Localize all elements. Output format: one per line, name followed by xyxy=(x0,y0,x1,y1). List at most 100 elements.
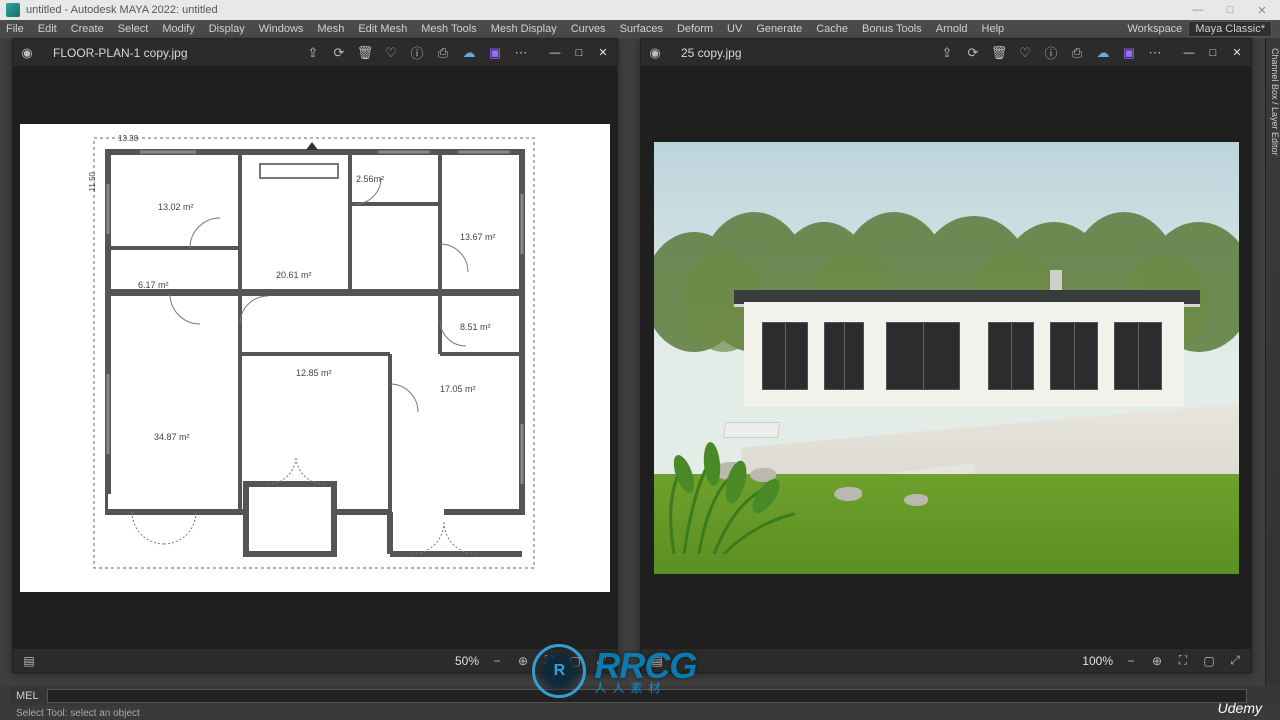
status-message: Select Tool: select an object xyxy=(16,708,140,719)
trash-icon[interactable]: 🗑 xyxy=(991,45,1007,61)
share-icon[interactable]: ⇪ xyxy=(305,45,321,61)
viewer-left-canvas[interactable]: 13.38 11.50 13.02 m² 2.56m² 13.67 m² 6.1… xyxy=(13,67,617,648)
room-label: 34.87 m² xyxy=(154,432,190,442)
menu-curves[interactable]: Curves xyxy=(571,23,606,35)
room-label: 2.56m² xyxy=(356,174,384,184)
cloud-icon[interactable]: ☁ xyxy=(1095,45,1111,61)
room-label: 6.17 m² xyxy=(138,280,169,290)
minimize-icon[interactable]: — xyxy=(1186,4,1210,17)
zoom-out-icon[interactable]: − xyxy=(1123,653,1139,669)
main-workspace: Channel Box / Layer Editor ◉ FLOOR-PLAN-… xyxy=(0,38,1280,685)
refresh-icon[interactable]: ⟳ xyxy=(965,45,981,61)
menu-display[interactable]: Display xyxy=(209,23,245,35)
app-icon[interactable]: ▣ xyxy=(1121,45,1137,61)
status-line: Select Tool: select an object xyxy=(10,706,1280,720)
workspace-selector[interactable]: Workspace Maya Classic* xyxy=(1127,21,1272,37)
app-icon[interactable]: ▣ xyxy=(487,45,503,61)
room-label: 12.85 m² xyxy=(296,368,332,378)
workspace-label: Workspace xyxy=(1127,23,1182,35)
close-icon[interactable]: ✕ xyxy=(1250,4,1274,17)
workspace-value: Maya Classic* xyxy=(1188,21,1272,37)
viewer-left-statusbar: ▤ 50% − ⊕ ⛶ ▢ ⤢ xyxy=(13,648,617,672)
maya-logo-icon xyxy=(6,3,20,17)
brand-label: Udemy xyxy=(1218,700,1262,716)
menu-file[interactable]: File xyxy=(6,23,24,35)
maximize-icon[interactable]: □ xyxy=(1218,4,1242,17)
menu-uv[interactable]: UV xyxy=(727,23,742,35)
house-render-image xyxy=(654,142,1239,574)
menu-mesh-tools[interactable]: Mesh Tools xyxy=(421,23,476,35)
back-icon[interactable]: ◉ xyxy=(19,45,35,61)
room-label: 13.02 m² xyxy=(158,202,194,212)
menu-edit[interactable]: Edit xyxy=(38,23,57,35)
menu-cache[interactable]: Cache xyxy=(816,23,848,35)
share-icon[interactable]: ⇪ xyxy=(939,45,955,61)
viewer-right-toolbar: ◉ 25 copy.jpg ⇪ ⟳ 🗑 ♡ ⓘ ⎙ ☁ ▣ ⋯ — □ ✕ xyxy=(641,39,1251,67)
viewer-maximize-icon[interactable]: □ xyxy=(1205,45,1221,61)
menu-generate[interactable]: Generate xyxy=(756,23,802,35)
viewer-left-filename: FLOOR-PLAN-1 copy.jpg xyxy=(53,46,188,60)
menu-modify[interactable]: Modify xyxy=(162,23,194,35)
watermark-logo-icon: R xyxy=(532,644,586,698)
floorplan-width: 13.38 xyxy=(118,134,138,143)
window-title: untitled - Autodesk MAYA 2022: untitled xyxy=(26,4,218,16)
viewer-right-statusbar: ▤ 100% − ⊕ ⛶ ▢ ⤢ xyxy=(641,648,1251,672)
heart-icon[interactable]: ♡ xyxy=(1017,45,1033,61)
room-label: 8.51 m² xyxy=(460,322,491,332)
trash-icon[interactable]: 🗑 xyxy=(357,45,373,61)
menu-mesh[interactable]: Mesh xyxy=(317,23,344,35)
menu-arnold[interactable]: Arnold xyxy=(936,23,968,35)
side-panel[interactable]: Channel Box / Layer Editor xyxy=(1265,38,1280,685)
viewer-minimize-icon[interactable]: — xyxy=(1181,45,1197,61)
image-viewer-right: ◉ 25 copy.jpg ⇪ ⟳ 🗑 ♡ ⓘ ⎙ ☁ ▣ ⋯ — □ ✕ xyxy=(640,38,1252,673)
print-icon[interactable]: ⎙ xyxy=(435,45,451,61)
menu-edit-mesh[interactable]: Edit Mesh xyxy=(358,23,407,35)
cloud-icon[interactable]: ☁ xyxy=(461,45,477,61)
viewer-minimize-icon[interactable]: — xyxy=(547,45,563,61)
menu-deform[interactable]: Deform xyxy=(677,23,713,35)
image-viewer-left: ◉ FLOOR-PLAN-1 copy.jpg ⇪ ⟳ 🗑 ♡ ⓘ ⎙ ☁ ▣ … xyxy=(12,38,618,673)
room-label: 13.67 m² xyxy=(460,232,496,242)
viewer-left-zoom: 50% xyxy=(455,654,479,668)
viewer-right-canvas[interactable] xyxy=(641,67,1251,648)
floorplan-height: 11.50 xyxy=(88,172,97,191)
aspect-icon[interactable]: ⛶ xyxy=(1175,653,1191,669)
heart-icon[interactable]: ♡ xyxy=(383,45,399,61)
info-circle-icon[interactable]: ⓘ xyxy=(409,45,425,61)
slideshow-icon[interactable]: ▢ xyxy=(1201,653,1217,669)
back-icon[interactable]: ◉ xyxy=(647,45,663,61)
mel-tab[interactable]: MEL xyxy=(16,690,39,702)
panel-tab[interactable]: Channel Box / Layer Editor xyxy=(1270,48,1280,156)
main-menubar: File Edit Create Select Modify Display W… xyxy=(0,20,1280,38)
viewer-maximize-icon[interactable]: □ xyxy=(571,45,587,61)
floor-plan-image: 13.38 11.50 13.02 m² 2.56m² 13.67 m² 6.1… xyxy=(20,124,610,592)
viewer-right-filename: 25 copy.jpg xyxy=(681,46,742,60)
watermark-sub: 人人素材 xyxy=(594,682,696,694)
refresh-icon[interactable]: ⟳ xyxy=(331,45,347,61)
viewer-close-icon[interactable]: ✕ xyxy=(595,45,611,61)
menu-create[interactable]: Create xyxy=(71,23,104,35)
menu-bonus-tools[interactable]: Bonus Tools xyxy=(862,23,922,35)
grid-icon[interactable]: ▤ xyxy=(21,653,37,669)
zoom-out-icon[interactable]: − xyxy=(489,653,505,669)
menu-surfaces[interactable]: Surfaces xyxy=(620,23,663,35)
fullscreen-icon[interactable]: ⤢ xyxy=(1227,653,1243,669)
more-icon[interactable]: ⋯ xyxy=(513,45,529,61)
more-icon[interactable]: ⋯ xyxy=(1147,45,1163,61)
window-titlebar: untitled - Autodesk MAYA 2022: untitled … xyxy=(0,0,1280,20)
menu-mesh-display[interactable]: Mesh Display xyxy=(491,23,557,35)
menu-help[interactable]: Help xyxy=(982,23,1005,35)
zoom-in-icon[interactable]: ⊕ xyxy=(515,653,531,669)
menu-windows[interactable]: Windows xyxy=(259,23,304,35)
watermark-main: RRCG xyxy=(594,648,696,684)
room-label: 17.05 m² xyxy=(440,384,476,394)
menu-select[interactable]: Select xyxy=(118,23,149,35)
print-icon[interactable]: ⎙ xyxy=(1069,45,1085,61)
viewer-right-zoom: 100% xyxy=(1082,654,1113,668)
watermark: R RRCG 人人素材 xyxy=(532,644,696,698)
room-label: 20.61 m² xyxy=(276,270,312,280)
viewer-close-icon[interactable]: ✕ xyxy=(1229,45,1245,61)
info-circle-icon[interactable]: ⓘ xyxy=(1043,45,1059,61)
zoom-in-icon[interactable]: ⊕ xyxy=(1149,653,1165,669)
viewer-left-toolbar: ◉ FLOOR-PLAN-1 copy.jpg ⇪ ⟳ 🗑 ♡ ⓘ ⎙ ☁ ▣ … xyxy=(13,39,617,67)
